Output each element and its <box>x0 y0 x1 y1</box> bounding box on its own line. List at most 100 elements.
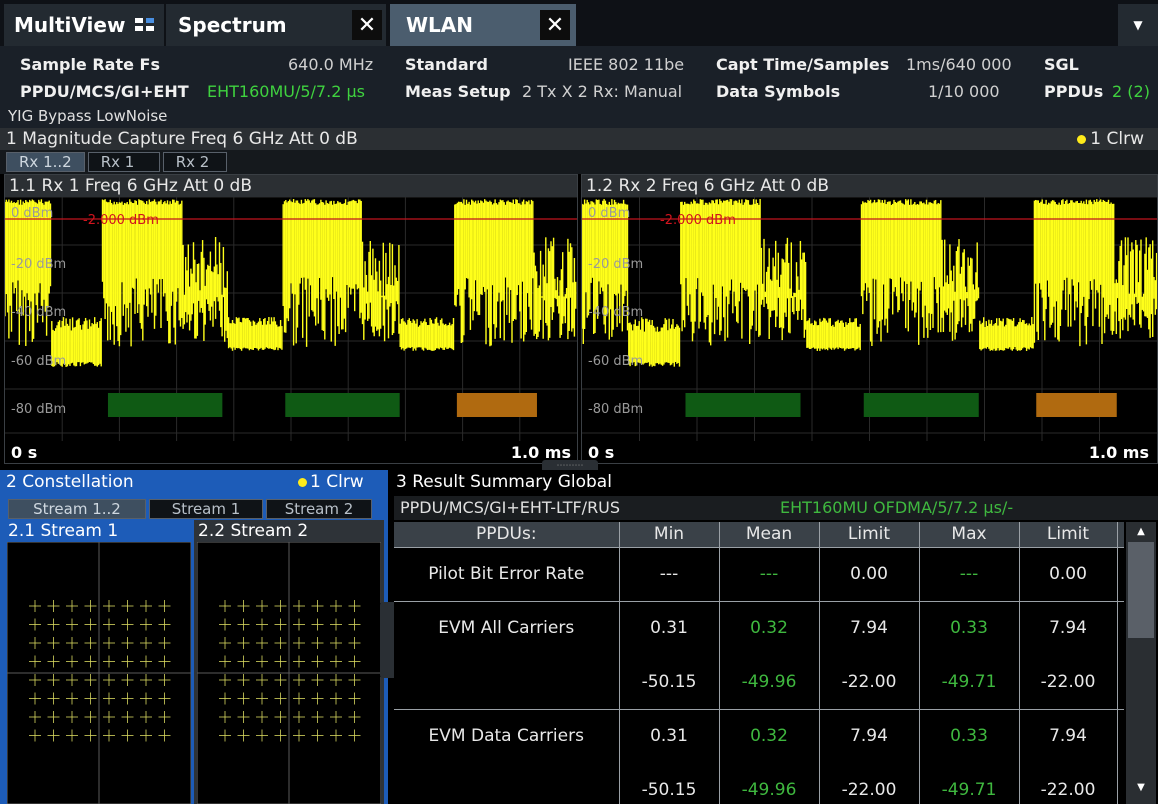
meas-setup-value: 2 Tx X 2 Rx: Manual <box>522 82 683 101</box>
result-summary-title: 3 Result Summary Global <box>396 472 612 492</box>
cell-max: 0.33 <box>919 709 1020 763</box>
burst-marker <box>1036 393 1117 417</box>
burst-marker <box>107 393 223 417</box>
burst-marker <box>685 393 801 417</box>
subtab-stream-2[interactable]: Stream 2 <box>266 499 372 519</box>
plot-rx-2[interactable]: 1.2 Rx 2 Freq 6 GHz Att 0 dB -2.000 dBm 0… <box>581 174 1158 464</box>
sample-rate-value: 640.0 MHz <box>288 55 374 74</box>
row-name: Pilot Bit Error Rate <box>394 547 620 602</box>
yig-bypass-status: YIG Bypass LowNoise <box>8 107 168 125</box>
subtab-stream-1-2[interactable]: Stream 1..2 <box>8 499 146 519</box>
ppdu-info-value: EHT160MU OFDMA/5/7.2 µs/- <box>780 498 1014 517</box>
cell-limit: 7.94 <box>819 709 920 763</box>
magnitude-capture-titlebar[interactable]: 1 Magnitude Capture Freq 6 GHz Att 0 dB … <box>0 128 1158 150</box>
plot-stream-1[interactable]: 2.1 Stream 1 <box>4 520 194 804</box>
result-summary-panel[interactable]: 3 Result Summary Global PPDU/MCS/GI+EHT-… <box>394 470 1158 804</box>
cell-limit-db: -22.00 <box>819 763 920 804</box>
tab-dropdown-icon[interactable]: ▼ <box>1118 4 1158 46</box>
data-symbols-label: Data Symbols <box>716 82 841 101</box>
cell-limit-2-db: -22.00 <box>1019 655 1118 710</box>
rx-1-magnitude-trace: -2.000 dBm 0 dBm -20 dBm -40 dBm -60 dBm -80 … <box>5 197 577 441</box>
rx-1-x-start: 0 s <box>11 443 38 462</box>
plot-rx-1-xaxis: 0 s 1.0 ms <box>5 441 577 463</box>
y-tick-label: -40 dBm <box>588 305 643 320</box>
y-tick-label: -80 dBm <box>11 402 66 417</box>
scrollbar-thumb[interactable] <box>1128 542 1154 638</box>
y-tick-label: 0 dBm <box>588 206 630 221</box>
subtab-rx-1-2[interactable]: Rx 1..2 <box>6 152 85 172</box>
ppdus-label: PPDUs <box>1044 82 1104 101</box>
close-spectrum-icon[interactable]: ✕ <box>352 10 382 40</box>
cell-limit: 7.94 <box>819 601 920 655</box>
constellation-trace-label: 1 Clrw <box>310 472 364 492</box>
table-row[interactable]: EVM Data Carriers 0.31 0.32 7.94 0.33 7.… <box>394 709 1124 804</box>
cell-mean-db: -49.96 <box>719 763 820 804</box>
tab-multiview[interactable]: MultiView <box>4 4 164 46</box>
y-tick-label: -60 dBm <box>11 354 66 369</box>
subtab-stream-1[interactable]: Stream 1 <box>149 499 263 519</box>
tab-spectrum[interactable]: Spectrum ✕ <box>166 4 386 46</box>
table-row[interactable]: Pilot Bit Error Rate --- --- 0.00 --- 0.… <box>394 547 1124 602</box>
meas-setup-label: Meas Setup <box>405 82 511 101</box>
tab-wlan[interactable]: WLAN ✕ <box>390 4 576 46</box>
plot-rx-1[interactable]: 1.1 Rx 1 Freq 6 GHz Att 0 dB -2.000 dBm 0… <box>4 174 578 464</box>
header-mean[interactable]: Mean <box>719 522 820 548</box>
cell-max: --- <box>919 547 1020 602</box>
y-tick-label: -80 dBm <box>588 402 643 417</box>
cell-mean: 0.32 <box>719 709 820 763</box>
header-limit-2[interactable]: Limit <box>1019 522 1118 548</box>
constellation-panel[interactable]: 2 Constellation 1 Clrw Stream 1..2 Strea… <box>0 470 388 804</box>
header-overflow <box>1117 522 1124 548</box>
header-limit[interactable]: Limit <box>819 522 920 548</box>
ppdu-info-row: PPDU/MCS/GI+EHT-LTF/RUS EHT160MU OFDMA/5… <box>394 496 1158 520</box>
trace-dot-icon <box>298 478 307 487</box>
tab-spectrum-label: Spectrum <box>178 13 287 37</box>
scroll-up-icon[interactable]: ▲ <box>1126 522 1156 542</box>
plot-stream-2[interactable]: 2.2 Stream 2 <box>194 520 384 804</box>
magnitude-capture-title: 1 Magnitude Capture Freq 6 GHz Att 0 dB <box>6 129 358 149</box>
magnitude-trace-label: 1 Clrw <box>1090 129 1144 149</box>
burst-marker <box>456 393 537 417</box>
cell-overflow <box>1117 763 1124 804</box>
magnitude-trace-indicator: 1 Clrw <box>1077 128 1144 150</box>
cell-min-db: -50.15 <box>619 763 720 804</box>
constellation-subtabs: Stream 1..2 Stream 1 Stream 2 <box>8 499 375 519</box>
table-row[interactable]: EVM All Carriers 0.31 0.32 7.94 0.33 7.9… <box>394 601 1124 710</box>
header-max[interactable]: Max <box>919 522 1020 548</box>
cell-max-db: -49.71 <box>919 763 1020 804</box>
cell-overflow <box>1117 547 1124 602</box>
cell-min: 0.31 <box>619 601 720 655</box>
cell-mean-db: -49.96 <box>719 655 820 710</box>
subtab-rx-2[interactable]: Rx 2 <box>162 152 227 172</box>
subtab-rx-1[interactable]: Rx 1 <box>87 152 160 172</box>
data-symbols-value: 1/10 000 <box>928 82 1000 101</box>
cell-limit-2: 0.00 <box>1019 547 1118 602</box>
cell-overflow <box>1117 655 1124 710</box>
y-tick-label: -60 dBm <box>588 354 643 369</box>
header-min[interactable]: Min <box>619 522 720 548</box>
close-wlan-icon[interactable]: ✕ <box>540 10 570 40</box>
result-scrollbar[interactable]: ▲ ▼ <box>1126 522 1156 804</box>
stream-1-constellation <box>7 542 191 804</box>
reference-level-label: -2.000 dBm <box>660 213 736 228</box>
tab-multiview-label: MultiView <box>14 13 126 37</box>
ppdu-value: EHT160MU/5/7.2 µs <box>207 82 365 101</box>
ppdu-label: PPDU/MCS/GI+EHT <box>20 82 189 101</box>
cell-limit-db: -22.00 <box>819 655 920 710</box>
constellation-trace-indicator: 1 Clrw <box>298 472 364 492</box>
cell-max: 0.33 <box>919 601 1020 655</box>
y-tick-label: 0 dBm <box>11 206 53 221</box>
plot-stream-1-title: 2.1 Stream 1 <box>8 521 119 541</box>
sample-rate-label: Sample Rate Fs <box>20 55 160 74</box>
cell-limit-2-db: -22.00 <box>1019 763 1118 804</box>
row-name: EVM Data Carriers <box>394 709 620 804</box>
cell-min: 0.31 <box>619 709 720 763</box>
constellation-title: 2 Constellation <box>6 472 134 492</box>
scroll-down-icon[interactable]: ▼ <box>1126 778 1156 798</box>
header-ppdus[interactable]: PPDUs: <box>394 522 620 548</box>
y-tick-label: -40 dBm <box>11 305 66 320</box>
reference-level-label: -2.000 dBm <box>83 213 159 228</box>
cell-limit: 0.00 <box>819 547 920 602</box>
cell-overflow <box>1117 709 1124 763</box>
cell-max-db: -49.71 <box>919 655 1020 710</box>
